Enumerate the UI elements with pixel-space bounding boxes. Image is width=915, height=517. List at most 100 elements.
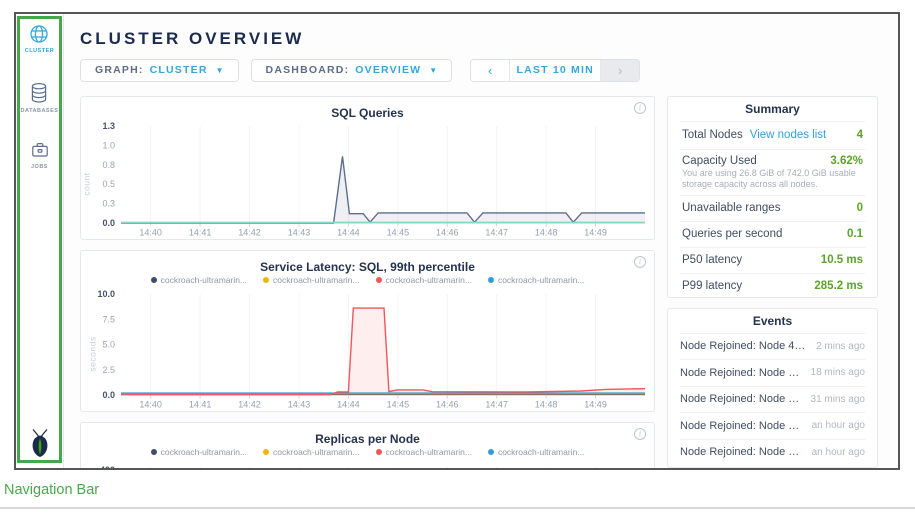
svg-text:14:49: 14:49: [584, 227, 607, 237]
chevron-down-icon: ▼: [216, 66, 224, 75]
event-text: Node Rejoined: Node 4 rej...: [680, 340, 808, 352]
sidebar-item-cluster[interactable]: CLUSTER: [25, 24, 54, 54]
time-window-prev-button[interactable]: ‹: [471, 60, 509, 81]
event-row: Node Rejoined: Node 2 rej... 31 mins ago: [680, 386, 865, 413]
sidebar-item-label: CLUSTER: [25, 48, 54, 54]
svg-text:400: 400: [100, 465, 115, 470]
graph-dropdown-label: GRAPH:: [95, 64, 144, 76]
svg-text:14:42: 14:42: [238, 399, 261, 409]
legend-dot-icon: [376, 449, 382, 455]
event-text: Node Rejoined: Node 3 rej...: [680, 367, 803, 379]
svg-text:14:47: 14:47: [485, 227, 508, 237]
events-panel: Events Node Rejoined: Node 4 rej... 2 mi…: [667, 308, 878, 468]
app-window: CLUSTER DATABASES JOBS: [14, 12, 900, 470]
svg-text:5.0: 5.0: [102, 339, 115, 349]
event-row: Node Rejoined: Node 4 rej... 2 mins ago: [680, 333, 865, 360]
legend-item[interactable]: cockroach-ultramarin...: [263, 447, 359, 457]
sql-queries-chart[interactable]: 14:4014:4114:4214:4314:4414:4514:4614:47…: [81, 119, 654, 239]
capacity-note: You are using 26.8 GiB of 742.0 GiB usab…: [682, 168, 863, 190]
charts-column: SQL Queries i count 14:4014:4114:4214:43…: [80, 96, 655, 470]
legend-label: cockroach-ultramarin...: [273, 447, 359, 457]
summary-label: Capacity Used: [682, 155, 757, 167]
page-title: CLUSTER OVERVIEW: [80, 28, 878, 50]
legend-label: cockroach-ultramarin...: [386, 447, 472, 457]
legend-item[interactable]: cockroach-ultramarin...: [263, 275, 359, 285]
replicas-per-node-chart[interactable]: 14:4014:4114:4214:4314:4414:4514:4614:47…: [81, 459, 654, 470]
cockroach-logo[interactable]: [27, 428, 53, 458]
summary-value: 0: [857, 202, 863, 214]
summary-label: P99 latency: [682, 280, 742, 292]
legend-item[interactable]: cockroach-ultramarin...: [488, 447, 584, 457]
summary-value: 4: [857, 129, 863, 141]
legend-item[interactable]: cockroach-ultramarin...: [151, 275, 247, 285]
legend-item[interactable]: cockroach-ultramarin...: [376, 275, 472, 285]
legend-item[interactable]: cockroach-ultramarin...: [488, 275, 584, 285]
briefcase-icon: [30, 140, 50, 160]
legend-dot-icon: [376, 277, 382, 283]
chart-title: SQL Queries: [331, 106, 403, 120]
chart-card-replicas-per-node: Replicas per Node i cockroach-ultramarin…: [80, 422, 655, 470]
navigation-bar-annotation-label: Navigation Bar: [4, 482, 99, 498]
svg-text:14:45: 14:45: [387, 227, 410, 237]
bottom-divider: [0, 507, 915, 509]
info-icon[interactable]: i: [634, 102, 646, 114]
event-text: Node Rejoined: Node 2 rej...: [680, 393, 803, 405]
svg-text:14:45: 14:45: [387, 399, 410, 409]
event-time: 2 mins ago: [816, 341, 865, 352]
graph-dropdown[interactable]: GRAPH: CLUSTER ▼: [80, 59, 239, 82]
chart-title: Replicas per Node: [315, 432, 420, 446]
sidebar-item-jobs[interactable]: JOBS: [30, 140, 50, 170]
summary-row-unavailable-ranges: Unavailable ranges 0: [680, 195, 865, 221]
time-window-label[interactable]: LAST 10 MIN: [509, 60, 601, 81]
event-time: 31 mins ago: [811, 394, 865, 405]
svg-text:0.0: 0.0: [102, 390, 115, 400]
svg-text:0.8: 0.8: [102, 159, 115, 169]
svg-text:14:41: 14:41: [189, 399, 212, 409]
y-axis-label: count: [82, 172, 92, 195]
sidebar-item-databases[interactable]: DATABASES: [21, 82, 59, 114]
svg-text:7.5: 7.5: [102, 314, 115, 324]
event-text: Node Rejoined: Node 1 rej...: [680, 420, 804, 432]
svg-text:14:49: 14:49: [584, 399, 607, 409]
dashboard-dropdown[interactable]: DASHBOARD: OVERVIEW ▼: [251, 59, 453, 82]
legend-label: cockroach-ultramarin...: [161, 447, 247, 457]
info-icon[interactable]: i: [634, 428, 646, 440]
legend-item[interactable]: cockroach-ultramarin...: [151, 447, 247, 457]
view-nodes-list-link[interactable]: View nodes list: [750, 129, 827, 141]
legend-dot-icon: [263, 449, 269, 455]
legend-dot-icon: [488, 449, 494, 455]
summary-value: 3.62%: [830, 155, 863, 167]
time-window-next-button[interactable]: ›: [601, 60, 639, 81]
right-column: Summary Total Nodes View nodes list 4 Ca…: [667, 96, 878, 468]
dashboard-dropdown-label: DASHBOARD:: [266, 64, 350, 76]
svg-text:1.0: 1.0: [102, 140, 115, 150]
summary-label: P50 latency: [682, 254, 742, 266]
legend-item[interactable]: cockroach-ultramarin...: [376, 447, 472, 457]
info-icon[interactable]: i: [634, 256, 646, 268]
legend-label: cockroach-ultramarin...: [386, 275, 472, 285]
svg-text:14:44: 14:44: [337, 227, 360, 237]
svg-text:14:47: 14:47: [485, 399, 508, 409]
summary-title: Summary: [680, 97, 865, 121]
summary-label: Total Nodes: [682, 129, 743, 141]
summary-value: 0.1: [847, 228, 863, 240]
legend-label: cockroach-ultramarin...: [498, 275, 584, 285]
summary-value: 285.2 ms: [814, 280, 863, 292]
summary-row-capacity: Capacity Used 3.62% You are using 26.8 G…: [680, 149, 865, 195]
legend-label: cockroach-ultramarin...: [498, 447, 584, 457]
navigation-bar: CLUSTER DATABASES JOBS: [16, 14, 64, 468]
svg-text:10.0: 10.0: [97, 289, 115, 299]
chart-card-sql-queries: SQL Queries i count 14:4014:4114:4214:43…: [80, 96, 655, 240]
svg-text:0.3: 0.3: [102, 198, 115, 208]
legend-label: cockroach-ultramarin...: [273, 275, 359, 285]
service-latency-chart[interactable]: 14:4014:4114:4214:4314:4414:4514:4614:47…: [81, 287, 654, 411]
dashboard-dropdown-value: OVERVIEW: [355, 64, 421, 76]
time-window-selector: ‹ LAST 10 MIN ›: [470, 59, 640, 82]
svg-text:14:43: 14:43: [288, 399, 311, 409]
chart-card-service-latency: Service Latency: SQL, 99th percentile i …: [80, 250, 655, 412]
svg-text:14:48: 14:48: [535, 227, 558, 237]
svg-text:14:40: 14:40: [139, 399, 162, 409]
event-time: an hour ago: [812, 420, 865, 431]
svg-text:2.5: 2.5: [102, 364, 115, 374]
event-row: Node Rejoined: Node 4 rej... an hour ago: [680, 439, 865, 466]
